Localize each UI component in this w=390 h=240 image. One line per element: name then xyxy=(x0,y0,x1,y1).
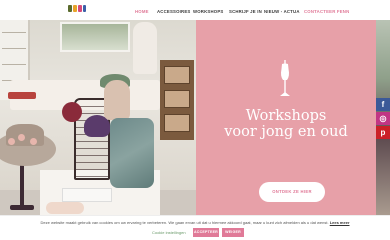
main-nav: HOME ACCESSOIRES WORKSHOPS SCHRIJF JE IN… xyxy=(0,7,390,17)
nav-home[interactable]: HOME xyxy=(135,7,149,17)
site-header: HOME ACCESSOIRES WORKSHOPS SCHRIJF JE IN… xyxy=(0,0,390,20)
dress-form-icon xyxy=(280,60,290,96)
discover-workshops-button[interactable]: ONTDEK ZE HIER xyxy=(259,182,325,202)
nav-contacteer-fenn[interactable]: CONTACTEER FENN xyxy=(304,7,349,17)
shop-interior-photo xyxy=(0,20,196,215)
nav-schrijf-je-in[interactable]: SCHRIJF JE IN xyxy=(229,7,262,17)
reject-cookies-button[interactable]: WEIGER xyxy=(222,228,244,237)
instagram-icon[interactable]: ◎ xyxy=(376,112,390,125)
cookie-bar: Deze website maakt gebruik van cookies o… xyxy=(0,215,390,240)
hero-title-line2: voor jong en oud xyxy=(224,124,348,140)
cookie-read-more-link[interactable]: Lees meer xyxy=(330,220,350,225)
cookie-notice: Deze website maakt gebruik van cookies o… xyxy=(0,220,390,225)
nav-workshops[interactable]: WORKSHOPS xyxy=(193,7,223,17)
pinterest-icon[interactable]: p xyxy=(376,126,390,139)
nav-accessoires[interactable]: ACCESSOIRES xyxy=(157,7,190,17)
nav-nieuw-actua[interactable]: NIEUW - ACTUA xyxy=(264,7,300,17)
cookie-text: Deze website maakt gebruik van cookies o… xyxy=(40,220,329,225)
hero-title-line1: Workshops xyxy=(245,108,327,124)
cookie-settings-link[interactable]: Cookie instellingen xyxy=(152,230,186,235)
page: HOME ACCESSOIRES WORKSHOPS SCHRIJF JE IN… xyxy=(0,0,390,240)
hero-title: Workshops voor jong en oud xyxy=(196,108,376,140)
facebook-icon[interactable]: f xyxy=(376,98,390,111)
accept-cookies-button[interactable]: ACCEPTEER xyxy=(193,228,219,237)
